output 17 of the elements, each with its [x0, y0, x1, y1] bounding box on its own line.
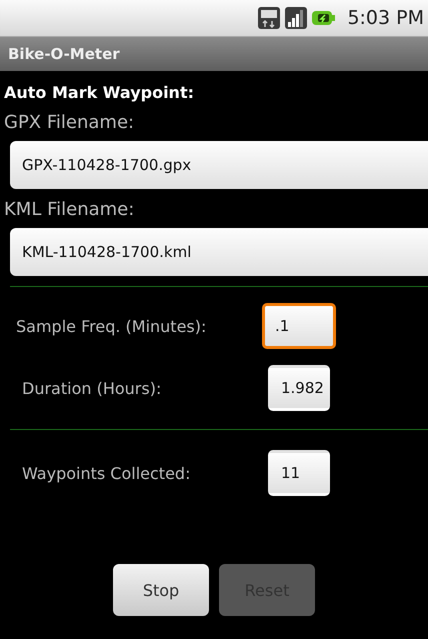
section-heading: Auto Mark Waypoint: [3, 83, 195, 102]
filename-field[interactable]: GPX-110428-1700.gpx [10, 141, 428, 189]
clock-time: 5:03 PM [347, 7, 424, 29]
field-label: Waypoints Collected: [21, 464, 192, 482]
signal-icon [285, 7, 308, 29]
number-field[interactable]: 11 [268, 450, 330, 496]
number-field[interactable]: 1.982 [268, 365, 330, 411]
battery-icon [312, 9, 336, 27]
filename-field[interactable]: KML-110428-1700.kml [10, 228, 428, 276]
field-label: Sample Freq. (Minutes): [15, 316, 208, 336]
field-label: Duration (Hours): [21, 378, 162, 398]
action-button[interactable]: Stop [113, 564, 209, 616]
number-field[interactable]: .1 [262, 303, 336, 349]
field-label: KML Filename: [3, 199, 136, 220]
app-title: Bike-O-Meter [8, 45, 120, 63]
network-type-icon [258, 7, 280, 29]
field-label: GPX Filename: [3, 112, 136, 133]
